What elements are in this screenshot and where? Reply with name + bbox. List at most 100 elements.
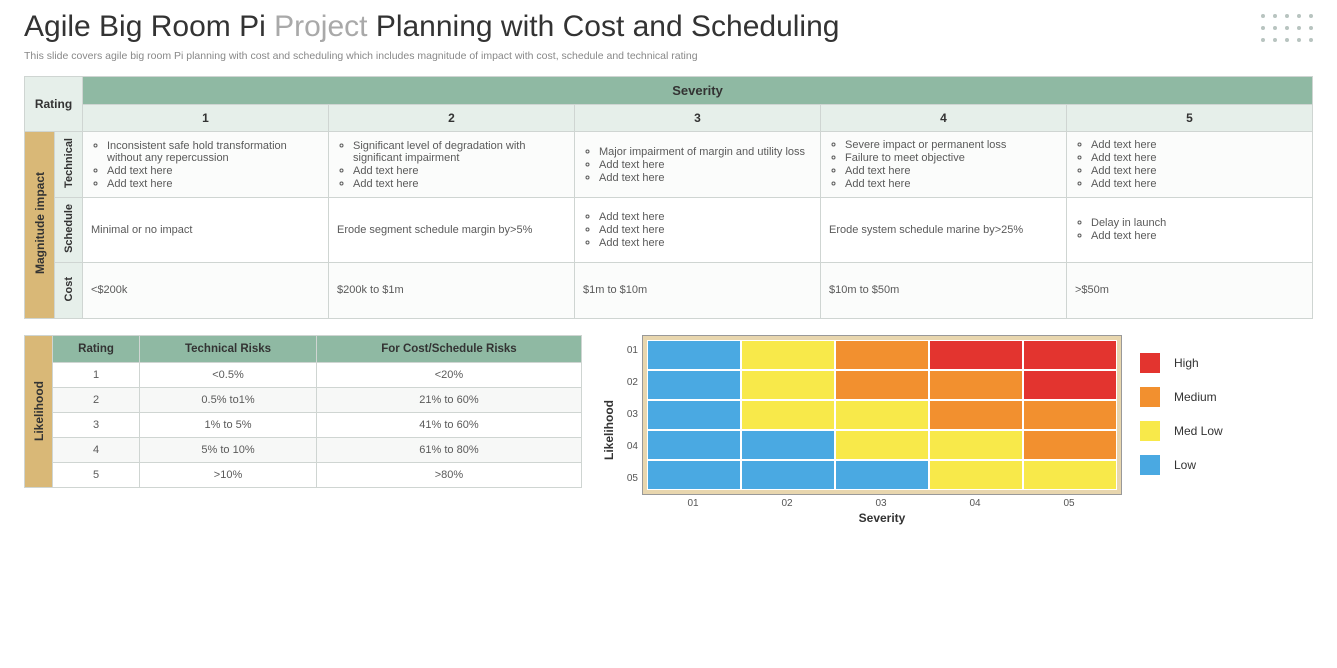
- heat-cell: [1023, 340, 1117, 370]
- heat-cell: [647, 400, 741, 430]
- legend-swatch: [1140, 455, 1160, 475]
- likelihood-cell: 61% to 80%: [316, 437, 581, 462]
- heat-cell: [835, 370, 929, 400]
- heat-xtick: 03: [834, 495, 928, 509]
- heat-ytick: 05: [620, 463, 642, 495]
- heat-cell: [647, 460, 741, 490]
- heat-ytick: 02: [620, 367, 642, 399]
- likelihood-cell: 21% to 60%: [316, 387, 581, 412]
- row-label-technical: Technical: [55, 132, 83, 198]
- likelihood-row: 5>10%>80%: [53, 462, 582, 487]
- heat-cell: [741, 340, 835, 370]
- row-label-cost: Cost: [55, 262, 83, 318]
- table-cell: Major impairment of margin and utility l…: [575, 132, 821, 198]
- heat-cell: [1023, 460, 1117, 490]
- likelihood-row: 45% to 10%61% to 80%: [53, 437, 582, 462]
- rating-header: Rating: [25, 77, 83, 132]
- heat-cell: [835, 430, 929, 460]
- likelihood-col-head: Technical Risks: [140, 335, 317, 362]
- heatmap-chart: Likelihood 0102030405 0102030405 Severit…: [602, 335, 1122, 525]
- likelihood-table: RatingTechnical RisksFor Cost/Schedule R…: [52, 335, 582, 488]
- legend-swatch: [1140, 353, 1160, 373]
- heat-cell: [929, 370, 1023, 400]
- likelihood-vlabel: Likelihood: [24, 335, 52, 488]
- subtitle: This slide covers agile big room Pi plan…: [24, 50, 1313, 62]
- heatmap-ylabel: Likelihood: [602, 400, 616, 460]
- table-cell: $1m to $10m: [575, 262, 821, 318]
- table-cell: $10m to $50m: [821, 262, 1067, 318]
- page-title: Agile Big Room Pi Project Planning with …: [24, 10, 1313, 44]
- likelihood-cell: <20%: [316, 362, 581, 387]
- likelihood-cell: 5: [53, 462, 140, 487]
- likelihood-cell: 4: [53, 437, 140, 462]
- table-cell: Minimal or no impact: [83, 198, 329, 263]
- heatmap-legend: High Medium Med Low Low: [1140, 335, 1223, 525]
- severity-col-head: 2: [329, 105, 575, 132]
- heat-cell: [741, 460, 835, 490]
- likelihood-cell: 0.5% to1%: [140, 387, 317, 412]
- table-cell: Add text hereAdd text hereAdd text hereA…: [1067, 132, 1313, 198]
- severity-table: Rating Severity 12345 Magnitude impactTe…: [24, 76, 1313, 319]
- likelihood-table-wrap: Likelihood RatingTechnical RisksFor Cost…: [24, 335, 582, 488]
- severity-col-head: 4: [821, 105, 1067, 132]
- table-cell: Add text hereAdd text hereAdd text here: [575, 198, 821, 263]
- table-cell: $200k to $1m: [329, 262, 575, 318]
- heat-xtick: 05: [1022, 495, 1116, 509]
- likelihood-col-head: Rating: [53, 335, 140, 362]
- heat-cell: [741, 400, 835, 430]
- heat-cell: [835, 460, 929, 490]
- legend-item: Medium: [1140, 387, 1223, 407]
- magnitude-vlabel: Magnitude impact: [25, 132, 55, 319]
- table-cell: Inconsistent safe hold transformation wi…: [83, 132, 329, 198]
- legend-item: Low: [1140, 455, 1223, 475]
- legend-label: High: [1174, 356, 1199, 370]
- heatmap-xlabel: Severity: [642, 511, 1122, 525]
- heat-cell: [835, 400, 929, 430]
- likelihood-col-head: For Cost/Schedule Risks: [316, 335, 581, 362]
- row-label-schedule: Schedule: [55, 198, 83, 263]
- heatmap-wrap: Likelihood 0102030405 0102030405 Severit…: [602, 335, 1313, 525]
- heat-cell: [741, 430, 835, 460]
- likelihood-cell: 1: [53, 362, 140, 387]
- severity-col-head: 5: [1067, 105, 1313, 132]
- heat-cell: [929, 340, 1023, 370]
- severity-col-head: 3: [575, 105, 821, 132]
- heatmap-grid: [642, 335, 1122, 495]
- heat-ytick: 03: [620, 399, 642, 431]
- table-cell: <$200k: [83, 262, 329, 318]
- table-cell: Significant level of degradation with si…: [329, 132, 575, 198]
- heat-ytick: 01: [620, 335, 642, 367]
- title-post: Planning with Cost and Scheduling: [367, 10, 839, 43]
- likelihood-cell: >10%: [140, 462, 317, 487]
- heat-xtick: 01: [646, 495, 740, 509]
- likelihood-cell: >80%: [316, 462, 581, 487]
- likelihood-cell: 1% to 5%: [140, 412, 317, 437]
- heat-cell: [1023, 430, 1117, 460]
- heat-cell: [1023, 370, 1117, 400]
- table-cell: Erode segment schedule margin by>5%: [329, 198, 575, 263]
- likelihood-cell: 41% to 60%: [316, 412, 581, 437]
- heat-cell: [647, 430, 741, 460]
- heat-cell: [929, 460, 1023, 490]
- legend-label: Med Low: [1174, 424, 1223, 438]
- legend-item: Med Low: [1140, 421, 1223, 441]
- heat-xtick: 02: [740, 495, 834, 509]
- table-cell: Severe impact or permanent lossFailure t…: [821, 132, 1067, 198]
- likelihood-row: 31% to 5%41% to 60%: [53, 412, 582, 437]
- table-cell: >$50m: [1067, 262, 1313, 318]
- likelihood-row: 1<0.5%<20%: [53, 362, 582, 387]
- heat-cell: [647, 340, 741, 370]
- title-pre: Agile Big Room Pi: [24, 10, 274, 43]
- table-cell: Erode system schedule marine by>25%: [821, 198, 1067, 263]
- decorative-dots: [1261, 14, 1315, 44]
- heatmap-xaxis: 0102030405: [646, 495, 1122, 509]
- likelihood-cell: 5% to 10%: [140, 437, 317, 462]
- likelihood-cell: 2: [53, 387, 140, 412]
- legend-label: Low: [1174, 458, 1196, 472]
- likelihood-row: 20.5% to1%21% to 60%: [53, 387, 582, 412]
- table-cell: Delay in launchAdd text here: [1067, 198, 1313, 263]
- heat-cell: [1023, 400, 1117, 430]
- heat-cell: [929, 430, 1023, 460]
- severity-header: Severity: [83, 77, 1313, 105]
- likelihood-cell: 3: [53, 412, 140, 437]
